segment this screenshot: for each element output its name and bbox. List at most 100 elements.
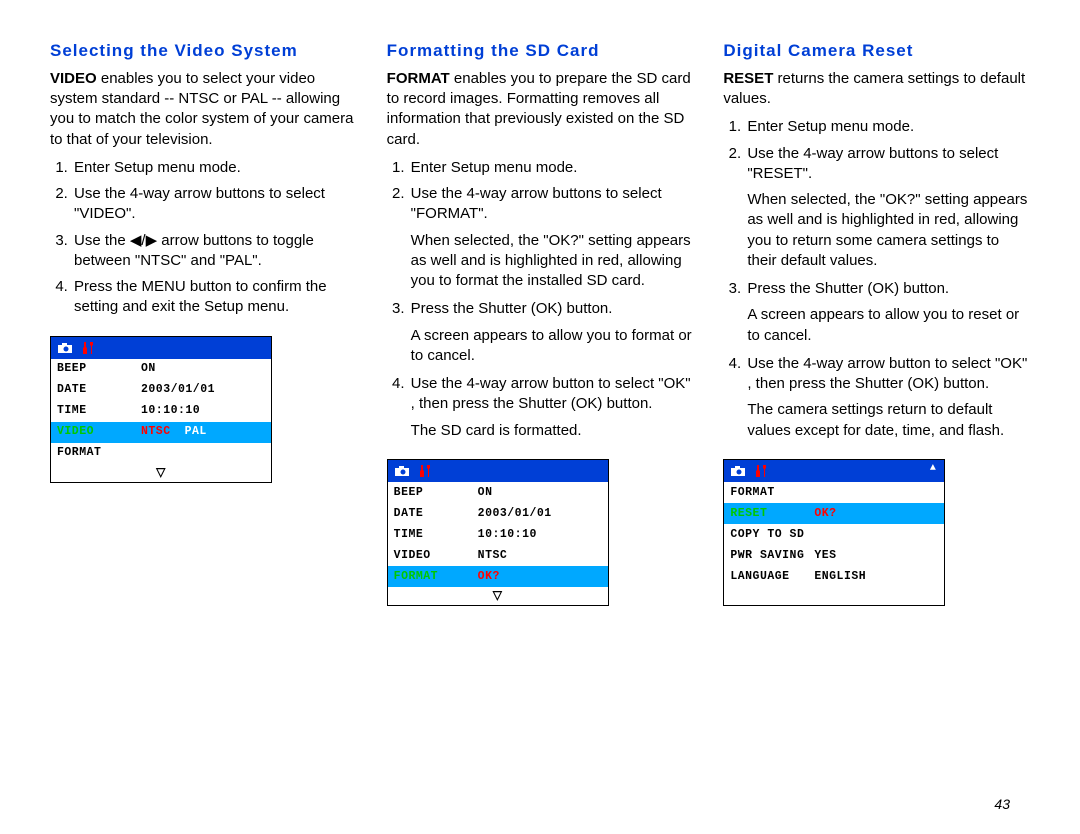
lcd-row: BEEP ON [51,359,271,380]
tools-icon [754,464,768,478]
lcd-value: ON [478,487,493,499]
step-sub: A screen appears to allow you to reset o… [747,305,1030,346]
lcd-format-wrap: BEEP ON OFF DATE 2003/01/01 TIME 10:10:10 VIDEO… [387,459,694,606]
lcd-row: FORMAT OK? [388,566,608,587]
step: Use the 4-way arrow buttons to select "R… [745,144,1030,272]
lcd-rows: BEEP ON DATE 2003/01/01 TIME 10:10:10 VIDEO NTS… [51,359,271,464]
lcd-value: 10:10:10 [141,405,200,417]
tools-icon [418,464,432,478]
lcd-label: TIME [57,405,137,417]
lcd-value: 10:10:10 [478,529,537,541]
lcd-value: NTSC [141,426,171,438]
intro-video: VIDEO enables you to select your video s… [50,69,357,150]
lcd-value: 2003/01/01 [478,508,552,520]
lcd-value: ON [141,363,156,375]
heading-reset: Digital Camera Reset [723,40,1030,63]
step: Press the Shutter (OK) button. A screen … [745,279,1030,346]
lcd-row: BEEP ON OFF [388,482,608,503]
lcd-video-wrap: BEEP ON DATE 2003/01/01 TIME 10:10:10 VIDEO NTS… [50,336,357,483]
lcd-label: VIDEO [394,550,474,562]
lcd-label: DATE [394,508,474,520]
step: Use the ◀/▶ arrow buttons to toggle betw… [72,231,357,272]
lcd-label: BEEP [394,487,474,499]
lcd-rows: BEEP ON OFF DATE 2003/01/01 TIME 10:10:10 VIDEO… [388,482,608,587]
lcd-down-arrow: ▽ [388,587,608,605]
step-sub: When selected, the "OK?" setting appears… [747,190,1030,271]
step: Use the 4-way arrow buttons to select "F… [409,184,694,291]
camera-icon [57,342,73,354]
lcd-bottom-spacer [724,587,944,605]
lcd-label: DATE [57,384,137,396]
lcd-row: RESET OK? [724,503,944,524]
step: Enter Setup menu mode. [745,117,1030,137]
lcd-row: DATE 2003/01/01 [51,380,271,401]
col-video-system: Selecting the Video System VIDEO enables… [50,40,357,606]
step-sub: When selected, the "OK?" setting appears… [411,231,694,292]
step: Enter Setup menu mode. [409,158,694,178]
lcd-row: FORMAT [51,443,271,464]
lcd-top-bar: ▲ [724,460,944,482]
steps-format: Enter Setup menu mode. Use the 4-way arr… [387,158,694,441]
page-number: 43 [994,795,1010,814]
lcd-value-2: PAL [185,426,207,438]
step: Press the Shutter (OK) button. A screen … [409,299,694,366]
lcd-label: FORMAT [730,487,810,499]
lcd-row: LANGUAGE ENGLISH [724,566,944,587]
lcd-value: 2003/01/01 [141,384,215,396]
step: Use the 4-way arrow button to select "OK… [409,374,694,441]
lcd-value-2: OFF [506,487,528,499]
lcd-row: PWR SAVING YES [724,545,944,566]
lcd-row: DATE 2003/01/01 [388,503,608,524]
camera-icon [394,465,410,477]
page-columns: Selecting the Video System VIDEO enables… [50,40,1030,606]
step-sub: The SD card is formatted. [411,421,694,441]
intro-bold: FORMAT [387,70,450,87]
lcd-row: TIME 10:10:10 [388,524,608,545]
lcd-label: LANGUAGE [730,571,810,583]
camera-icon [730,465,746,477]
heading-video: Selecting the Video System [50,40,357,63]
lcd-reset-wrap: ▲ FORMAT RESET OK? COPY TO SD PWR SAVING YES L… [723,459,1030,606]
col-format-sd: Formatting the SD Card FORMAT enables yo… [387,40,694,606]
lcd-row: VIDEONTSC [388,545,608,566]
lcd-label: FORMAT [57,447,137,459]
lcd-label: FORMAT [394,571,474,583]
lcd-row: FORMAT [724,482,944,503]
steps-video: Enter Setup menu mode. Use the 4-way arr… [50,158,357,318]
lcd-reset: ▲ FORMAT RESET OK? COPY TO SD PWR SAVING YES L… [723,459,945,606]
lcd-value: ENGLISH [814,571,866,583]
lcd-label: PWR SAVING [730,550,810,562]
steps-reset: Enter Setup menu mode. Use the 4-way arr… [723,117,1030,441]
lcd-label: TIME [394,529,474,541]
lcd-value: OK? [814,508,836,520]
intro-bold: VIDEO [50,70,97,87]
lcd-video: BEEP ON DATE 2003/01/01 TIME 10:10:10 VIDEO NTS… [50,336,272,483]
lcd-format: BEEP ON OFF DATE 2003/01/01 TIME 10:10:10 VIDEO… [387,459,609,606]
step: Enter Setup menu mode. [72,158,357,178]
lcd-row: COPY TO SD [724,524,944,545]
intro-reset: RESET returns the camera settings to def… [723,69,1030,110]
heading-format: Formatting the SD Card [387,40,694,63]
lcd-row: VIDEO NTSC PAL [51,422,271,443]
step-sub: The camera settings return to default va… [747,400,1030,441]
step: Use the 4-way arrow buttons to select "V… [72,184,357,225]
lcd-value: OK? [478,571,500,583]
lcd-label: COPY TO SD [730,529,810,541]
intro-bold: RESET [723,70,773,87]
lcd-top-bar [51,337,271,359]
lcd-rows: FORMAT RESET OK? COPY TO SD PWR SAVING YES LAN… [724,482,944,587]
lcd-value: YES [814,550,836,562]
step-sub: A screen appears to allow you to format … [411,326,694,367]
up-arrow-icon: ▲ [930,464,937,474]
step: Press the MENU button to confirm the set… [72,277,357,318]
tools-icon [81,341,95,355]
lcd-label: BEEP [57,363,137,375]
step: Use the 4-way arrow button to select "OK… [745,354,1030,441]
intro-format: FORMAT enables you to prepare the SD car… [387,69,694,150]
lcd-down-arrow: ▽ [51,464,271,482]
lcd-top-bar [388,460,608,482]
lcd-label: RESET [730,508,810,520]
lcd-label: VIDEO [57,426,137,438]
lcd-row: TIME 10:10:10 [51,401,271,422]
col-reset: Digital Camera Reset RESET returns the c… [723,40,1030,606]
